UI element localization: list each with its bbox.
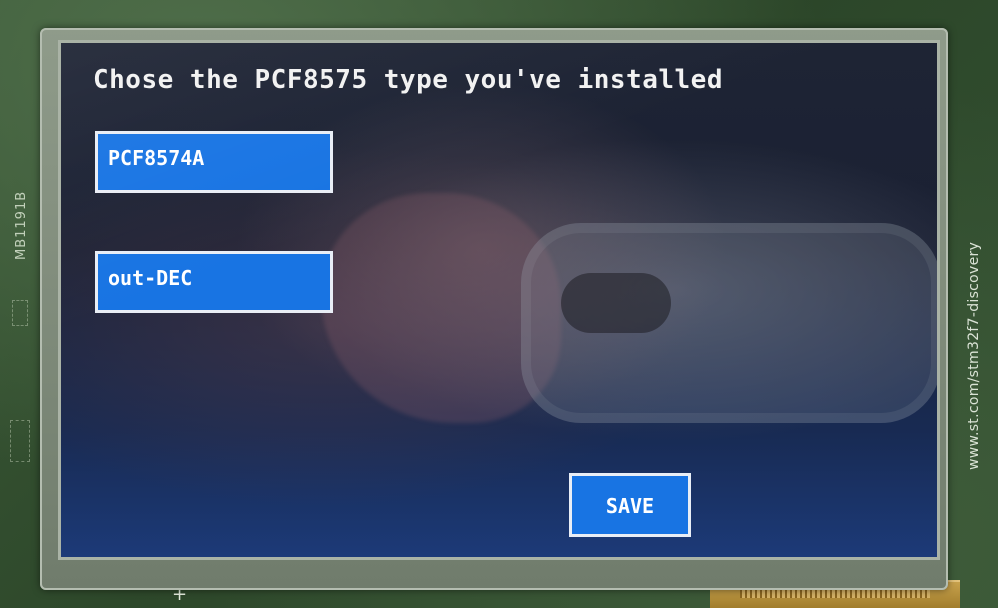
device-photo: MB1191B www.st.com/stm32f7-discovery + C… (0, 0, 998, 608)
pcb-pad (10, 420, 30, 462)
pcb-url-label: www.st.com/stm32f7-discovery (966, 241, 982, 470)
screen-reflection (561, 273, 671, 333)
lcd-screen: Chose the PCF8575 type you've installed … (58, 40, 940, 560)
page-title: Chose the PCF8575 type you've installed (93, 65, 723, 95)
pcf-type-button[interactable]: PCF8574A (95, 131, 333, 193)
pcb-pad (12, 300, 28, 326)
save-button[interactable]: SAVE (569, 473, 691, 537)
output-mode-button[interactable]: out-DEC (95, 251, 333, 313)
pcb-board-id: MB1191B (14, 190, 29, 260)
